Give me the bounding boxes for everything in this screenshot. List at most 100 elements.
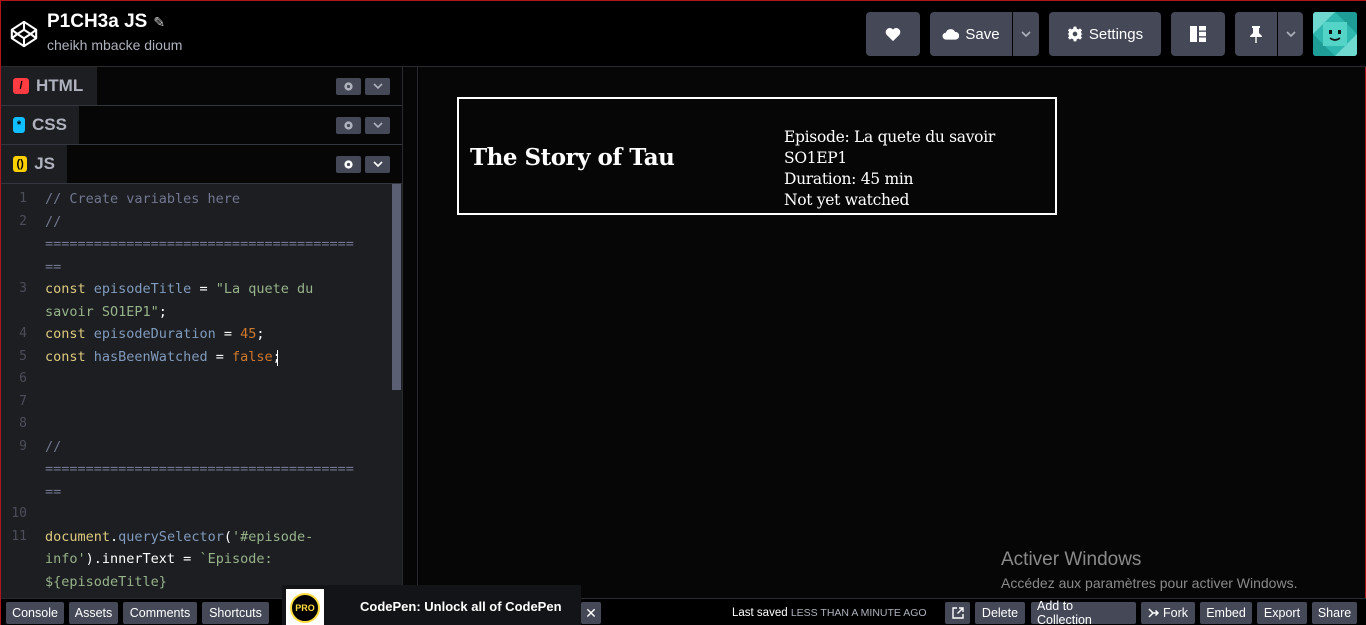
code-variable: episodeDuration [93, 326, 216, 342]
tab-css[interactable]: * CSS [1, 106, 79, 144]
line-number: 9 [19, 439, 27, 454]
line-number: 4 [19, 326, 27, 341]
line-number: 2 [19, 214, 27, 229]
chevron-down-icon [372, 83, 383, 90]
code-template-string: `Episode: [199, 551, 273, 567]
chevron-down-icon [372, 161, 383, 168]
editor-resize-handle[interactable] [402, 67, 418, 598]
code-punct: ( [223, 529, 232, 545]
layout-icon [1190, 26, 1206, 42]
fork-button[interactable]: Fork [1141, 602, 1195, 624]
episode-card: The Story of Tau Episode: La quete du sa… [457, 97, 1057, 215]
assets-button[interactable]: Assets [69, 602, 118, 624]
text-cursor [277, 350, 278, 366]
pen-title-text[interactable]: P1CH3a JS [47, 11, 147, 32]
code-line: info').innerText = `Episode: [45, 551, 273, 567]
footer-bar: Console Assets Comments Shortcuts Last s… [1, 598, 1366, 625]
js-collapse-button[interactable] [365, 156, 390, 173]
gear-icon [1067, 26, 1083, 42]
html-tab-label: HTML [36, 76, 84, 95]
code-line: const episodeTitle = "La quete du [45, 281, 313, 297]
pro-promo-banner[interactable]: PRO CodePen: Unlock all of CodePen [282, 585, 581, 625]
embed-button[interactable]: Embed [1200, 602, 1252, 624]
code-scrollbar[interactable] [391, 184, 402, 598]
code-line-comment: == [45, 484, 62, 500]
chevron-down-icon [372, 122, 383, 129]
cloud-icon [942, 29, 960, 40]
close-icon[interactable]: ✕ [581, 602, 601, 624]
export-button[interactable]: Export [1257, 602, 1307, 624]
open-external-button[interactable] [945, 602, 970, 624]
delete-button[interactable]: Delete [975, 602, 1025, 624]
episode-info: Episode: La quete du savoir SO1EP1 Durat… [784, 127, 1055, 211]
code-variable: hasBeenWatched [93, 349, 208, 365]
line-number: 1 [19, 191, 27, 206]
tab-html[interactable]: / HTML [1, 67, 97, 105]
code-line: const episodeDuration = 45; [45, 326, 265, 342]
code-line-comment: // [45, 439, 62, 455]
tab-js[interactable]: () JS [1, 145, 67, 183]
code-object: document [45, 529, 111, 545]
codepen-logo-icon[interactable] [9, 18, 39, 50]
html-slash-icon: / [13, 78, 29, 94]
line-number: 6 [19, 371, 27, 386]
js-editor-header: () JS [1, 145, 402, 184]
watched-line: Not yet watched [784, 191, 910, 209]
css-tab-label: CSS [32, 115, 67, 134]
css-collapse-button[interactable] [365, 117, 390, 134]
html-settings-button[interactable] [336, 78, 361, 95]
css-settings-button[interactable] [336, 117, 361, 134]
comments-button[interactable]: Comments [123, 602, 197, 624]
love-button[interactable] [866, 12, 920, 56]
code-punct: . [110, 529, 119, 545]
js-tab-label: JS [34, 154, 55, 173]
js-code-editor[interactable]: 1 2 3 4 5 6 7 8 9 10 11 // Create variab… [1, 184, 391, 598]
pen-title[interactable]: P1CH3a JS ✎ [47, 11, 165, 33]
code-line-comment: == [45, 259, 62, 275]
save-label: Save [965, 25, 1000, 43]
console-button[interactable]: Console [6, 602, 64, 624]
code-line-comment: // Create variables here [45, 191, 241, 207]
code-string: '#episode- [231, 529, 314, 545]
code-keyword: const [45, 349, 86, 365]
code-punct: ; [158, 304, 167, 320]
add-to-collection-button[interactable]: Add to Collection [1031, 599, 1136, 625]
change-view-button[interactable] [1171, 12, 1225, 56]
js-settings-button[interactable] [336, 156, 361, 173]
gear-icon [344, 82, 353, 91]
windows-activation-subtitle: Accédez aux paramètres pour activer Wind… [1001, 575, 1298, 591]
share-button[interactable]: Share [1312, 602, 1357, 624]
pin-button[interactable] [1235, 12, 1277, 56]
line-number: 10 [11, 506, 27, 521]
code-line-comment: ====================================== [45, 236, 354, 252]
pro-badge-text: PRO [290, 592, 320, 623]
last-saved-status: Last saved LESS THAN A MINUTE AGO [732, 607, 927, 619]
fork-icon [1148, 608, 1159, 618]
gear-icon [344, 121, 353, 130]
line-number: 8 [19, 416, 27, 431]
css-asterisk-icon: * [13, 117, 26, 133]
css-editor-header: * CSS [1, 106, 402, 145]
duration-line: Duration: 45 min [784, 170, 914, 188]
save-options-button[interactable] [1013, 12, 1039, 56]
line-number: 11 [11, 529, 27, 544]
code-number: 45 [240, 326, 257, 342]
html-collapse-button[interactable] [365, 78, 390, 95]
code-scrollbar-thumb[interactable] [392, 184, 401, 390]
last-saved-label: Last saved [732, 607, 788, 619]
line-number: 3 [19, 281, 27, 296]
last-saved-time: LESS THAN A MINUTE AGO [790, 607, 927, 619]
heart-icon [885, 27, 901, 41]
pencil-icon[interactable]: ✎ [153, 14, 165, 31]
shortcuts-button[interactable]: Shortcuts [202, 602, 269, 624]
code-string: info' [45, 551, 86, 567]
header-bar: P1CH3a JS ✎ cheikh mbacke dioum Save Sett… [1, 1, 1366, 67]
code-function: querySelector [118, 529, 224, 545]
code-operator: = [215, 326, 241, 342]
save-button[interactable]: Save [930, 12, 1012, 56]
pin-options-button[interactable] [1278, 12, 1303, 56]
show-title: The Story of Tau [470, 144, 675, 171]
user-avatar[interactable] [1313, 12, 1357, 56]
settings-button[interactable]: Settings [1049, 12, 1161, 56]
author-name[interactable]: cheikh mbacke dioum [47, 37, 182, 53]
